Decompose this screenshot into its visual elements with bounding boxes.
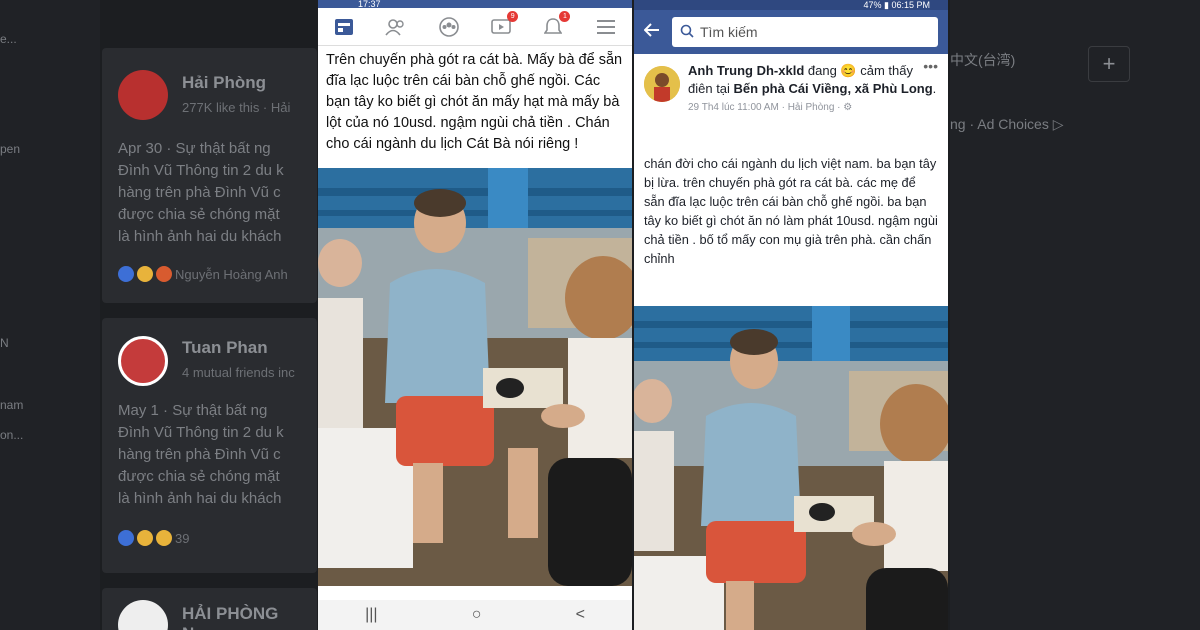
- sidebar-text: pen: [0, 142, 21, 156]
- left-sidebar: e... pen N nam on...: [0, 0, 100, 630]
- sidebar-text: e...: [0, 32, 17, 46]
- post-line: được chia sẻ chóng mặt: [118, 206, 280, 223]
- reactions[interactable]: Nguyễn Hoàng Anh: [118, 266, 288, 282]
- ad-choices-link[interactable]: ng · Ad Choices ▷: [950, 116, 1064, 133]
- sidebar-text: N: [0, 336, 9, 350]
- sidebar-text: on...: [0, 428, 24, 442]
- reactions[interactable]: 39: [118, 530, 189, 546]
- phone-screenshot-left: 17:37 9 1 Trên chuyến phà gót ra cát bà.…: [318, 0, 632, 630]
- post-line: Đình Vũ Thông tin 2 du k: [118, 424, 284, 441]
- post-author-line: Anh Trung Dh-xkld đang 😊 cảm thấy điên t…: [688, 63, 937, 96]
- page-subtitle: 277K like this · Hải: [182, 100, 291, 115]
- feed-card: HẢI PHÒNG New: [102, 588, 317, 630]
- notification-badge: 9: [507, 10, 519, 22]
- notification-badge: 1: [559, 10, 571, 22]
- post-line: được chia sẻ chóng mặt: [118, 468, 280, 485]
- status-bar: 47% ▮ 06:15 PM: [634, 0, 948, 10]
- post-line: là hình ảnh hai du khách: [118, 228, 282, 245]
- search-icon: [680, 24, 694, 41]
- ferry-tourists-photo: [634, 306, 948, 630]
- friends-icon[interactable]: [385, 16, 407, 38]
- phone-screenshot-right: 47% ▮ 06:15 PM Tìm kiếm ••• Anh Trung Dh…: [634, 0, 948, 630]
- avatar[interactable]: [644, 66, 680, 102]
- right-sidebar: 中文(台湾) ng · Ad Choices ▷: [950, 0, 1200, 630]
- reaction-names: Nguyễn Hoàng Anh: [175, 266, 288, 282]
- post-text: chán đời cho cái ngành du lịch việt nam.…: [644, 156, 938, 266]
- post-photo[interactable]: [634, 306, 948, 630]
- search-bar: Tìm kiếm: [634, 10, 948, 54]
- post-line: hàng trên phà Đình Vũ c: [118, 446, 281, 463]
- page-name[interactable]: HẢI PHÒNG New: [182, 604, 317, 630]
- like-icon: [118, 530, 134, 546]
- post-photo[interactable]: [318, 168, 632, 586]
- more-options-icon[interactable]: •••: [923, 58, 938, 74]
- post-timestamp: 29 Th4 lúc 11:00 AM · Hải Phòng · ⚙: [688, 102, 853, 113]
- bell-icon[interactable]: 1: [542, 10, 571, 38]
- avatar[interactable]: [118, 336, 168, 386]
- avatar[interactable]: [118, 70, 168, 120]
- angry-icon: [156, 266, 172, 282]
- feed-card: Tuan Phan 4 mutual friends inc May 1 · S…: [102, 318, 317, 573]
- page-name[interactable]: Tuan Phan: [182, 338, 268, 358]
- haha-icon: [137, 530, 153, 546]
- avatar[interactable]: [118, 600, 168, 630]
- reaction-count: 39: [175, 530, 190, 546]
- add-button[interactable]: +: [1088, 46, 1130, 82]
- page-subtitle: 4 mutual friends inc: [182, 365, 295, 380]
- search-placeholder: Tìm kiếm: [700, 24, 758, 40]
- like-icon: [118, 266, 134, 282]
- haha-icon: [137, 266, 153, 282]
- back-arrow-icon[interactable]: [643, 22, 660, 42]
- post-line: May 1 · Sự thật bất ng: [118, 402, 268, 419]
- menu-icon[interactable]: [595, 16, 617, 38]
- post-line: hàng trên phà Đình Vũ c: [118, 184, 281, 201]
- language-link[interactable]: 中文(台湾): [950, 50, 1015, 70]
- watch-icon[interactable]: 9: [490, 10, 519, 38]
- news-feed-icon[interactable]: [333, 16, 355, 38]
- back-button[interactable]: <: [576, 606, 585, 624]
- groups-icon[interactable]: [438, 16, 460, 38]
- page-name[interactable]: Hải Phòng: [182, 73, 266, 93]
- sidebar-text: nam: [0, 398, 24, 412]
- home-button[interactable]: ○: [472, 606, 482, 624]
- post-line: Apr 30 · Sự thật bất ng: [118, 140, 271, 157]
- recents-button[interactable]: |||: [365, 606, 377, 624]
- post-text: Trên chuyến phà gót ra cát bà. Mấy bà để…: [326, 52, 623, 152]
- ferry-tourists-photo: [318, 168, 632, 586]
- post-line: Đình Vũ Thông tin 2 du k: [118, 162, 284, 179]
- author-name[interactable]: Anh Trung Dh-xkld: [688, 63, 804, 78]
- wow-icon: [156, 530, 172, 546]
- facebook-nav-bar: 9 1: [318, 8, 632, 46]
- android-nav-bar: ||| ○ <: [318, 600, 632, 630]
- status-bar: 17:37: [318, 0, 632, 8]
- search-input[interactable]: Tìm kiếm: [672, 17, 938, 47]
- feed-card: Hải Phòng 277K like this · Hải Apr 30 · …: [102, 48, 317, 303]
- post-header: ••• Anh Trung Dh-xkld đang 😊 cảm thấy đi…: [634, 54, 948, 144]
- location-link[interactable]: Bến phà Cái Viềng, xã Phù Long: [734, 81, 933, 96]
- post-line: là hình ảnh hai du khách: [118, 490, 282, 507]
